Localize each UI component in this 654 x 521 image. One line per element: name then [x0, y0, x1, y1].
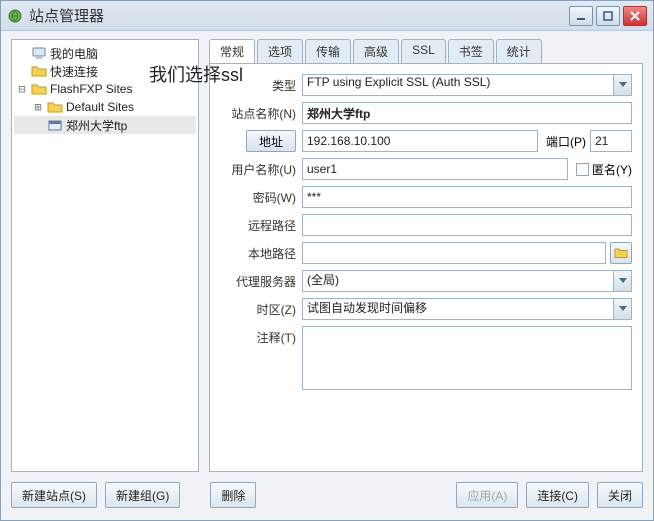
checkbox-icon — [576, 163, 589, 176]
tree-item-default[interactable]: ⊞ Default Sites — [14, 98, 196, 116]
local-path-label: 本地路径 — [216, 245, 302, 262]
tab-ssl[interactable]: SSL — [401, 39, 446, 63]
tab-advanced[interactable]: 高级 — [353, 39, 399, 63]
site-manager-window: 站点管理器 我的电脑 快速连接 ⊟ FlashFXP Sites ⊞ — [0, 0, 654, 521]
folder-icon — [614, 247, 628, 259]
tab-options[interactable]: 选项 — [257, 39, 303, 63]
delete-button[interactable]: 删除 — [210, 482, 256, 508]
select-value: 试图自动发现时间偏移 — [307, 301, 427, 315]
button-label: 新建组(G) — [116, 487, 169, 504]
button-label: 删除 — [221, 487, 245, 504]
expand-icon[interactable]: ⊞ — [32, 100, 44, 114]
folder-icon — [31, 82, 47, 96]
proxy-select[interactable]: (全局) — [302, 270, 632, 292]
tab-general[interactable]: 常规 — [209, 39, 255, 63]
username-input[interactable] — [302, 158, 568, 180]
password-label: 密码(W) — [216, 189, 302, 206]
remote-path-input[interactable] — [302, 214, 632, 236]
notes-label: 注释(T) — [216, 326, 302, 346]
anonymous-checkbox[interactable]: 匿名(Y) — [576, 161, 632, 178]
button-label: 地址 — [259, 133, 283, 150]
minimize-button[interactable] — [569, 6, 593, 26]
tab-strip: 常规 选项 传输 高级 SSL 书签 统计 — [209, 39, 643, 63]
tab-label: 高级 — [364, 45, 388, 59]
tab-label: 传输 — [316, 45, 340, 59]
button-label: 应用(A) — [467, 487, 507, 504]
remote-path-label: 远程路径 — [216, 217, 302, 234]
tab-label: 常规 — [220, 45, 244, 59]
tab-label: 统计 — [507, 45, 531, 59]
local-path-input[interactable] — [302, 242, 606, 264]
apply-button[interactable]: 应用(A) — [456, 482, 518, 508]
tree-label: 我的电脑 — [50, 45, 98, 62]
new-site-button[interactable]: 新建站点(S) — [11, 482, 97, 508]
button-label: 新建站点(S) — [22, 487, 86, 504]
site-name-label: 站点名称(N) — [216, 105, 302, 122]
timezone-select[interactable]: 试图自动发现时间偏移 — [302, 298, 632, 320]
tab-label: 书签 — [459, 45, 483, 59]
connect-button[interactable]: 连接(C) — [526, 482, 589, 508]
tree-label: FlashFXP Sites — [50, 82, 132, 96]
site-icon — [47, 118, 63, 132]
tab-label: 选项 — [268, 45, 292, 59]
tab-transfer[interactable]: 传输 — [305, 39, 351, 63]
tree-label: 郑州大学ftp — [66, 117, 127, 134]
app-icon — [7, 8, 23, 24]
collapse-icon[interactable]: ⊟ — [16, 82, 28, 96]
port-input[interactable] — [590, 130, 632, 152]
annotation-text: 我们选择ssl — [149, 61, 243, 87]
browse-button[interactable] — [610, 242, 632, 264]
tree-label: 快速连接 — [50, 63, 98, 80]
proxy-label: 代理服务器 — [216, 273, 302, 290]
tab-stats[interactable]: 统计 — [496, 39, 542, 63]
tab-body: 类型 FTP using Explicit SSL (Auth SSL) 站点名… — [209, 63, 643, 472]
tree-item-site[interactable]: 郑州大学ftp — [14, 116, 196, 134]
select-value: FTP using Explicit SSL (Auth SSL) — [307, 75, 490, 89]
chevron-down-icon — [613, 75, 631, 95]
tab-bookmarks[interactable]: 书签 — [448, 39, 494, 63]
timezone-label: 时区(Z) — [216, 301, 302, 318]
chevron-down-icon — [613, 299, 631, 319]
new-group-button[interactable]: 新建组(G) — [105, 482, 180, 508]
password-input[interactable] — [302, 186, 632, 208]
maximize-button[interactable] — [596, 6, 620, 26]
close-button[interactable] — [623, 6, 647, 26]
titlebar: 站点管理器 — [1, 1, 653, 31]
anonymous-label: 匿名(Y) — [592, 161, 632, 178]
computer-icon — [31, 46, 47, 60]
connection-type-select[interactable]: FTP using Explicit SSL (Auth SSL) — [302, 74, 632, 96]
port-label: 端口(P) — [546, 133, 586, 150]
close-window-button[interactable]: 关闭 — [597, 482, 643, 508]
window-title: 站点管理器 — [29, 5, 566, 26]
folder-icon — [47, 100, 63, 114]
folder-icon — [31, 64, 47, 78]
button-label: 连接(C) — [537, 487, 578, 504]
tree-item-computer[interactable]: 我的电脑 — [14, 44, 196, 62]
select-value: (全局) — [307, 273, 339, 287]
tab-label: SSL — [412, 43, 435, 57]
site-tree[interactable]: 我的电脑 快速连接 ⊟ FlashFXP Sites ⊞ Default Sit… — [11, 39, 199, 472]
notes-textarea[interactable] — [302, 326, 632, 390]
address-input[interactable] — [302, 130, 538, 152]
address-button[interactable]: 地址 — [246, 130, 296, 152]
bottom-toolbar: 新建站点(S) 新建组(G) 删除 应用(A) 连接(C) 关闭 — [11, 480, 643, 510]
username-label: 用户名称(U) — [216, 161, 302, 178]
button-label: 关闭 — [608, 487, 632, 504]
chevron-down-icon — [613, 271, 631, 291]
tree-label: Default Sites — [66, 100, 134, 114]
form-panel: 我们选择ssl 常规 选项 传输 高级 SSL 书签 统计 类型 FTP usi… — [209, 39, 643, 472]
site-name-input[interactable] — [302, 102, 632, 124]
